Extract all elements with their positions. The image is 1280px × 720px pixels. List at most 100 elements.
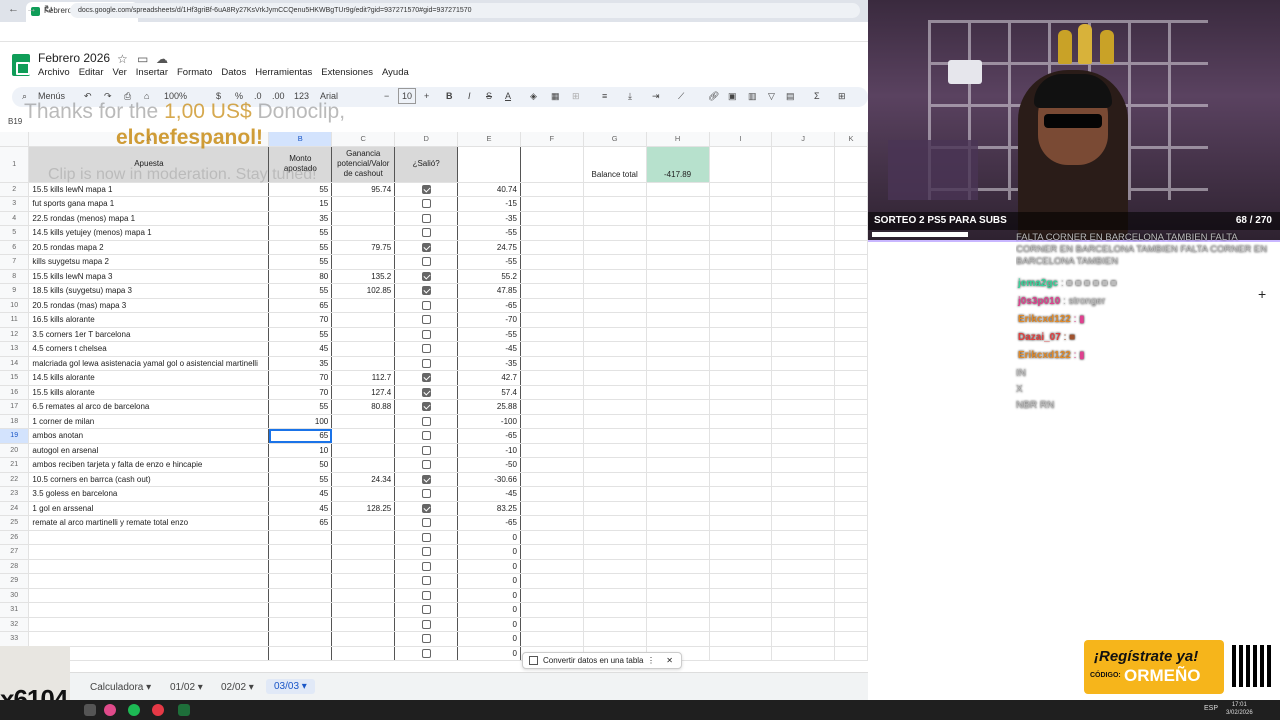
cell-resultado[interactable]: -65: [457, 298, 521, 313]
cell-ganancia[interactable]: [331, 211, 396, 226]
checkbox-unchecked[interactable]: [421, 605, 431, 615]
cell[interactable]: [771, 631, 835, 647]
cell-salio[interactable]: [394, 385, 459, 400]
cell-apuesta[interactable]: 20.5 rondas mapa 2: [28, 240, 270, 255]
cell[interactable]: [771, 298, 835, 313]
cell[interactable]: [646, 196, 710, 212]
cell[interactable]: [520, 414, 584, 429]
cell-ganancia[interactable]: [331, 356, 396, 371]
cell[interactable]: [771, 515, 835, 531]
cell[interactable]: [834, 646, 868, 661]
row-number[interactable]: 2: [0, 182, 30, 197]
cell[interactable]: [520, 530, 584, 545]
cell[interactable]: [520, 559, 584, 574]
cell[interactable]: [834, 399, 868, 415]
cell[interactable]: [709, 211, 773, 226]
cell-salio[interactable]: [394, 588, 459, 603]
row-number[interactable]: 6: [0, 240, 30, 255]
cell[interactable]: [709, 399, 773, 415]
cell[interactable]: [771, 443, 835, 458]
cell[interactable]: [583, 559, 647, 574]
cell[interactable]: [709, 327, 773, 342]
cell-ganancia[interactable]: 24.34: [331, 472, 396, 487]
sheet-tab-0303-active[interactable]: 03/03 ▾: [266, 679, 315, 694]
checkbox-unchecked[interactable]: [421, 416, 431, 426]
cell-resultado[interactable]: -65: [457, 428, 521, 444]
row-number[interactable]: 17: [0, 399, 30, 415]
cell[interactable]: [771, 588, 835, 603]
cell-apuesta[interactable]: 15.5 kills lewN mapa 3: [28, 269, 270, 284]
cell-monto[interactable]: [268, 602, 333, 618]
checkbox-unchecked[interactable]: [421, 590, 431, 600]
cell[interactable]: [834, 501, 868, 516]
cell-resultado[interactable]: -10: [457, 443, 521, 458]
cell-monto[interactable]: 100: [268, 414, 333, 429]
cell-ganancia[interactable]: [331, 602, 396, 618]
checkbox-unchecked[interactable]: [421, 518, 431, 528]
cell[interactable]: [834, 515, 868, 531]
cell[interactable]: [709, 457, 773, 473]
cell-apuesta[interactable]: 15.5 kills lewN mapa 1: [28, 182, 270, 197]
cell-apuesta[interactable]: 1 corner de milan: [28, 414, 270, 429]
checkbox-unchecked[interactable]: [421, 344, 431, 354]
cell[interactable]: [583, 399, 647, 415]
cell-resultado[interactable]: 0: [457, 530, 521, 545]
back-icon[interactable]: ←: [8, 3, 19, 15]
cell-resultado[interactable]: 55.2: [457, 269, 521, 284]
cell[interactable]: [646, 385, 710, 400]
cell-ganancia[interactable]: [331, 530, 396, 545]
cell-ganancia[interactable]: [331, 588, 396, 603]
cell-ganancia[interactable]: [331, 428, 396, 444]
cell-salio[interactable]: [394, 327, 459, 342]
cell-monto[interactable]: 80: [268, 269, 333, 284]
cell[interactable]: [709, 588, 773, 603]
cell[interactable]: [709, 370, 773, 386]
align-vertical-icon[interactable]: ⤓: [628, 89, 632, 103]
row-number[interactable]: 14: [0, 356, 30, 371]
cell[interactable]: [709, 225, 773, 241]
cell[interactable]: [520, 588, 584, 603]
cell-ganancia[interactable]: [331, 254, 396, 270]
cell[interactable]: [520, 283, 584, 299]
cell-resultado[interactable]: 47.85: [457, 283, 521, 299]
cell-salio[interactable]: [394, 501, 459, 516]
cell[interactable]: [520, 327, 584, 342]
checkbox-unchecked[interactable]: [421, 431, 431, 441]
checkbox-unchecked[interactable]: [421, 634, 431, 644]
cell-ganancia[interactable]: [331, 298, 396, 313]
menu-ayuda[interactable]: Ayuda: [382, 67, 409, 81]
cell-resultado[interactable]: 0: [457, 588, 521, 603]
cell-apuesta[interactable]: 4.5 corners t chelsea: [28, 341, 270, 357]
cell[interactable]: [834, 225, 868, 241]
cell[interactable]: [646, 443, 710, 458]
cell[interactable]: [646, 298, 710, 313]
cell[interactable]: [709, 443, 773, 458]
cell[interactable]: [771, 544, 835, 560]
cell-resultado[interactable]: 83.25: [457, 501, 521, 516]
cell-monto[interactable]: [268, 530, 333, 545]
cell[interactable]: [646, 501, 710, 516]
cell-resultado[interactable]: 57.4: [457, 385, 521, 400]
cell[interactable]: [583, 385, 647, 400]
cell[interactable]: [583, 544, 647, 560]
cell[interactable]: [771, 254, 835, 270]
cell-apuesta[interactable]: 14.5 kills yetujey (menos) mapa 1: [28, 225, 270, 241]
cell-apuesta[interactable]: 14.5 kills alorante: [28, 370, 270, 386]
cell[interactable]: [520, 399, 584, 415]
cell[interactable]: [520, 544, 584, 560]
browser-icon[interactable]: [152, 704, 164, 716]
cell-ganancia[interactable]: [331, 457, 396, 473]
cell-resultado[interactable]: -35: [457, 356, 521, 371]
cell-resultado[interactable]: -30.66: [457, 472, 521, 487]
cell[interactable]: [771, 211, 835, 226]
checkbox-unchecked[interactable]: [421, 213, 431, 223]
cell[interactable]: [520, 573, 584, 589]
cell-apuesta[interactable]: 15.5 kills alorante: [28, 385, 270, 400]
cell[interactable]: [646, 182, 710, 197]
cell[interactable]: [834, 457, 868, 473]
cell-apuesta[interactable]: [28, 544, 270, 560]
checkbox-checked[interactable]: [421, 503, 431, 513]
insert-chart-icon[interactable]: ▥: [748, 89, 757, 103]
cell[interactable]: [646, 240, 710, 255]
cell[interactable]: [771, 617, 835, 632]
